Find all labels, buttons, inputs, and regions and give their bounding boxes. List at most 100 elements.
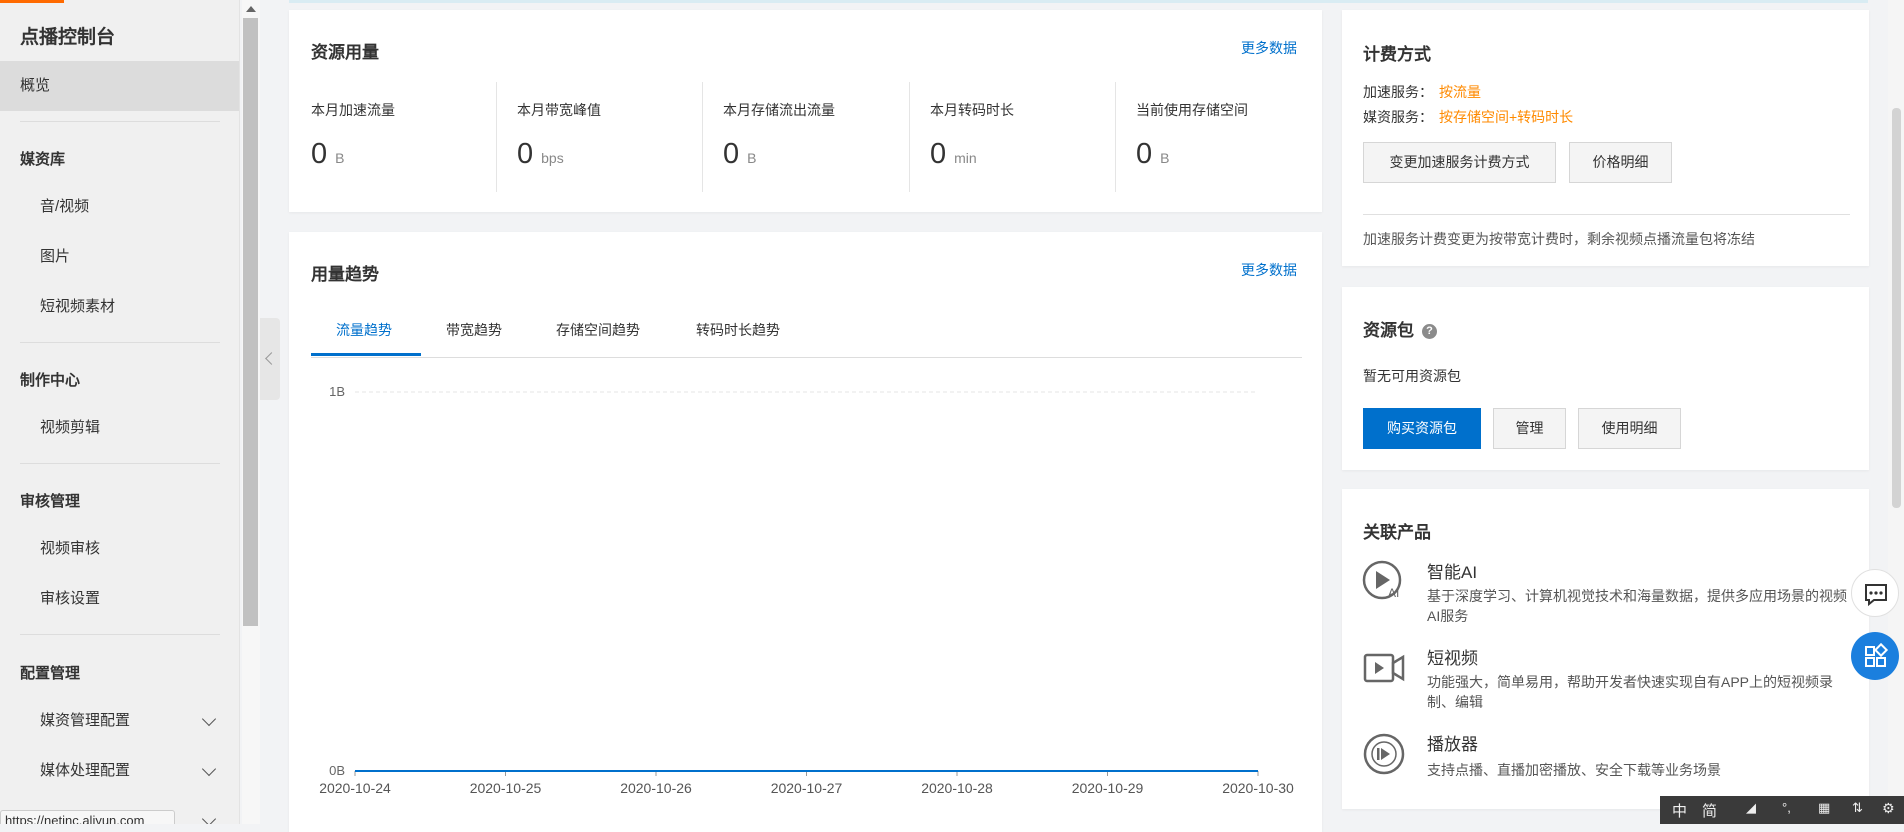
tab-traffic-trend[interactable]: 流量趋势 xyxy=(336,320,392,340)
sidebar-divider xyxy=(20,463,220,464)
x-tick-label: 2020-10-28 xyxy=(921,780,993,796)
sidebar-item-media-config[interactable]: 媒资管理配置 xyxy=(0,696,239,746)
manage-button[interactable]: 管理 xyxy=(1493,408,1566,449)
usage-trend-title: 用量趋势 xyxy=(311,265,379,284)
metric-unit: B xyxy=(747,150,757,166)
ime-skin-icon[interactable]: ◢ xyxy=(1746,800,1756,816)
tab-transcode-trend[interactable]: 转码时长趋势 xyxy=(696,320,780,340)
ime-punctuation-icon[interactable]: °, xyxy=(1782,800,1791,815)
sidebar: 点播控制台 概览 媒资库 音/视频 图片 短视频素材 制作中心 视频剪辑 审核管… xyxy=(0,0,240,824)
sidebar-collapse-button[interactable] xyxy=(260,318,280,400)
chat-icon xyxy=(1865,584,1887,607)
product-desc-short-video: 功能强大，简单易用，帮助开发者快速实现自有APP上的短视频录制、编辑 xyxy=(1427,674,1834,710)
tab-bandwidth-trend[interactable]: 带宽趋势 xyxy=(446,320,502,340)
metric-unit: B xyxy=(335,150,345,166)
product-name-short-video[interactable]: 短视频 xyxy=(1427,644,1478,669)
product-desc-ai: 基于深度学习、计算机视觉技术和海量数据，提供多应用场景的视频AI服务 xyxy=(1427,588,1847,624)
buy-resource-pack-button[interactable]: 购买资源包 xyxy=(1363,408,1481,449)
sidebar-item-label: 媒体处理配置 xyxy=(40,762,131,779)
scroll-up-arrow-icon[interactable] xyxy=(246,6,256,12)
resource-pack-title-row: 资源包? xyxy=(1363,316,1437,341)
metric-divider xyxy=(909,82,910,192)
media-billing-row: 媒资服务： 按存储空间+转码时长 xyxy=(1363,107,1573,127)
resource-usage-title: 资源用量 xyxy=(311,43,379,62)
ime-language-toggle[interactable]: 中 xyxy=(1672,800,1687,821)
chevron-left-icon xyxy=(265,352,278,365)
sidebar-divider xyxy=(20,342,220,343)
x-tick-label: 2020-10-27 xyxy=(771,780,843,796)
active-tab-indicator xyxy=(311,353,421,356)
media-billing-label: 媒资服务： xyxy=(1363,109,1433,125)
chat-button[interactable] xyxy=(1851,569,1899,617)
metric-transcode-duration: 本月转码时长 0 min xyxy=(930,100,1120,171)
metric-unit: min xyxy=(954,150,977,166)
metric-value: 0 xyxy=(1136,138,1153,170)
sidebar-item-video-review[interactable]: 视频审核 xyxy=(0,524,239,574)
sidebar-item-short-video-material[interactable]: 短视频素材 xyxy=(0,282,239,332)
y-tick-label: 0B xyxy=(329,763,345,778)
accel-billing-label: 加速服务： xyxy=(1363,84,1433,100)
change-billing-button[interactable]: 变更加速服务计费方式 xyxy=(1363,142,1556,183)
ime-tools-icon[interactable]: ⇅ xyxy=(1852,800,1863,816)
page-scrollbar-thumb[interactable] xyxy=(1892,108,1901,508)
metric-storage-used: 当前使用存储空间 0B xyxy=(1136,100,1326,171)
sidebar-group-review: 审核管理 xyxy=(20,493,81,510)
sidebar-group-config: 配置管理 xyxy=(20,665,81,682)
related-products-title: 关联产品 xyxy=(1363,523,1431,542)
sidebar-item-overview[interactable]: 概览 xyxy=(0,61,239,111)
sidebar-item-label: 媒资管理配置 xyxy=(40,712,131,729)
metric-accel-traffic: 本月加速流量 0B xyxy=(311,100,501,171)
x-tick-label: 2020-10-30 xyxy=(1222,780,1294,796)
status-url: https://netinc.aliyun.com xyxy=(0,810,175,824)
player-icon xyxy=(1363,733,1405,775)
ai-play-icon: AI xyxy=(1362,560,1402,600)
top-banner-edge xyxy=(289,0,1868,3)
media-billing-value: 按存储空间+转码时长 xyxy=(1439,109,1574,125)
metric-label: 本月加速流量 xyxy=(311,102,395,118)
x-tick-label: 2020-10-26 xyxy=(620,780,692,796)
metric-divider xyxy=(702,82,703,192)
metric-value: 0 xyxy=(517,138,534,170)
tab-storage-trend[interactable]: 存储空间趋势 xyxy=(556,320,640,340)
metric-unit: bps xyxy=(541,150,564,166)
ime-keyboard-icon[interactable]: ▦ xyxy=(1818,800,1830,816)
metric-storage-egress: 本月存储流出流量 0B xyxy=(723,100,913,171)
sidebar-item-review-settings[interactable]: 审核设置 xyxy=(0,574,239,624)
price-details-button[interactable]: 价格明细 xyxy=(1569,142,1672,183)
billing-notice: 加速服务计费变更为按带宽计费时，剩余视频点播流量包将冻结 xyxy=(1363,231,1755,247)
billing-divider xyxy=(1363,214,1850,215)
ime-settings-icon[interactable]: ⚙ xyxy=(1882,800,1895,817)
accel-billing-value: 按流量 xyxy=(1439,84,1481,100)
console-title: 点播控制台 xyxy=(20,27,116,48)
sidebar-scrollbar-thumb[interactable] xyxy=(243,18,258,626)
metric-label: 本月带宽峰值 xyxy=(517,102,601,118)
sidebar-group-media-library: 媒资库 xyxy=(20,151,66,168)
apps-button[interactable] xyxy=(1851,632,1899,680)
metric-label: 本月转码时长 xyxy=(930,102,1014,118)
usage-details-button[interactable]: 使用明细 xyxy=(1578,408,1681,449)
sidebar-item-video-editing[interactable]: 视频剪辑 xyxy=(0,403,239,453)
metric-value: 0 xyxy=(930,138,947,170)
x-tick-label: 2020-10-25 xyxy=(470,780,542,796)
ime-mode-toggle[interactable]: 简 xyxy=(1702,800,1717,821)
accel-billing-row: 加速服务： 按流量 xyxy=(1363,82,1481,102)
resource-usage-more-link[interactable]: 更多数据 xyxy=(1241,38,1297,58)
no-resource-pack-text: 暂无可用资源包 xyxy=(1363,368,1461,384)
metric-value: 0 xyxy=(311,138,328,170)
sidebar-item-processing-config[interactable]: 媒体处理配置 xyxy=(0,746,239,796)
y-tick-label: 1B xyxy=(329,384,345,399)
chevron-down-icon xyxy=(201,811,217,824)
metric-divider xyxy=(496,82,497,192)
metric-label: 当前使用存储空间 xyxy=(1136,102,1248,118)
sidebar-item-images[interactable]: 图片 xyxy=(0,232,239,282)
metric-bandwidth-peak: 本月带宽峰值 0 bps xyxy=(517,100,707,171)
tabs-baseline xyxy=(311,357,1302,358)
sidebar-item-audio-video[interactable]: 音/视频 xyxy=(0,182,239,232)
usage-trend-more-link[interactable]: 更多数据 xyxy=(1241,260,1297,280)
product-name-player[interactable]: 播放器 xyxy=(1427,730,1478,755)
help-icon[interactable]: ? xyxy=(1422,324,1437,339)
x-tick-label: 2020-10-24 xyxy=(319,780,391,796)
brand-accent-bar xyxy=(0,0,64,3)
product-name-ai[interactable]: 智能AI xyxy=(1427,558,1477,583)
video-camera-icon xyxy=(1363,653,1405,683)
